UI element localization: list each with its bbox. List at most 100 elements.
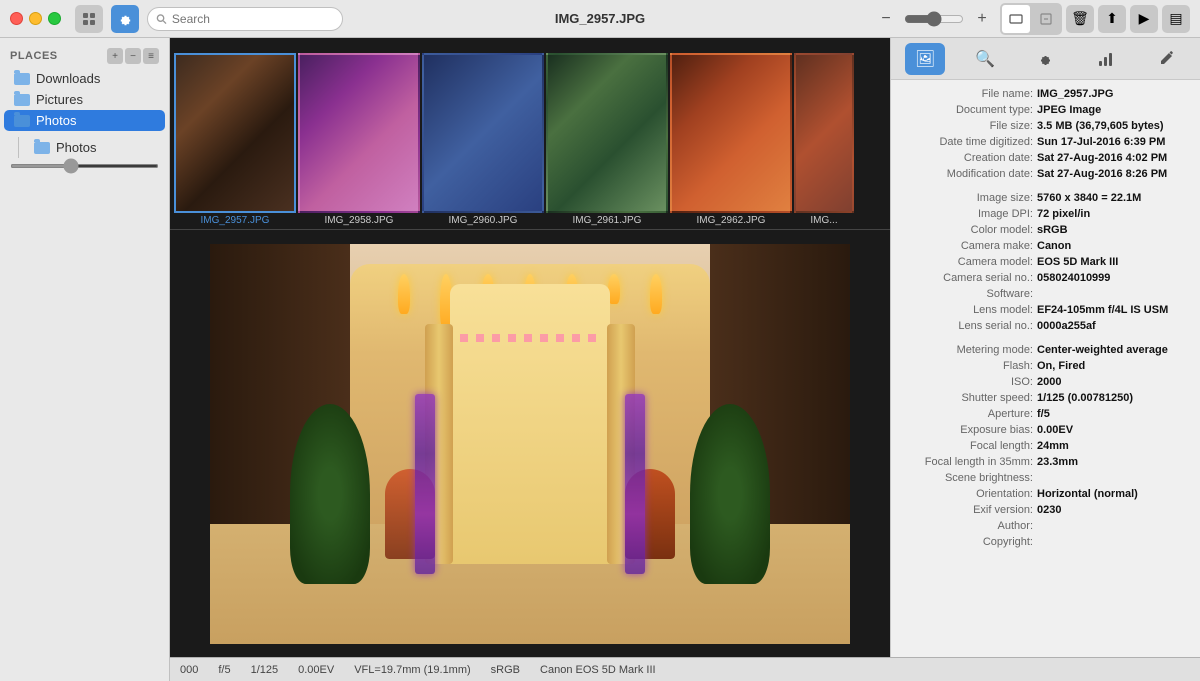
- zoom-out-button[interactable]: −: [872, 5, 900, 33]
- statusbar-ev: 0.00EV: [298, 664, 334, 676]
- info-content: File name: IMG_2957.JPG Document type: J…: [891, 80, 1200, 657]
- close-button[interactable]: [10, 12, 23, 25]
- zoom-slider[interactable]: [904, 11, 964, 27]
- fit-view-button[interactable]: [1002, 5, 1030, 33]
- statusbar: 000 f/5 1/125 0.00EV VFL=19.7mm (19.1mm)…: [170, 657, 1200, 681]
- info-value: Sun 17-Jul-2016 6:39 PM: [1037, 136, 1165, 148]
- zoom-in-button[interactable]: +: [968, 5, 996, 33]
- info-label: Camera make:: [903, 240, 1033, 252]
- statusbar-left: 000: [180, 664, 198, 676]
- info-value: Sat 27-Aug-2016 4:02 PM: [1037, 152, 1167, 164]
- info-value: EF24-105mm f/4L IS USM: [1037, 304, 1168, 316]
- info-row-modification: Modification date: Sat 27-Aug-2016 8:26 …: [891, 166, 1200, 182]
- folder-icon: [34, 142, 50, 154]
- photo-info-row: IMG_2957.JPG IMG_2958.JPG IMG_2960.JPG I…: [170, 38, 1200, 657]
- sidebar-item-label: Photos: [56, 140, 96, 155]
- grid-view-button[interactable]: [75, 5, 103, 33]
- info-row-orientation: Orientation: Horizontal (normal): [891, 486, 1200, 502]
- info-value: 72 pixel/in: [1037, 208, 1090, 220]
- search-bar[interactable]: [147, 7, 343, 31]
- info-value: Sat 27-Aug-2016 8:26 PM: [1037, 168, 1167, 180]
- info-row-colormodel: Color model: sRGB: [891, 222, 1200, 238]
- sidebar-add-button[interactable]: +: [107, 48, 123, 64]
- info-value: 3.5 MB (36,79,605 bytes): [1037, 120, 1164, 132]
- info-label: Shutter speed:: [903, 392, 1033, 404]
- info-row-filesize: File size: 3.5 MB (36,79,605 bytes): [891, 118, 1200, 134]
- minimize-button[interactable]: [29, 12, 42, 25]
- actual-size-button[interactable]: [1032, 5, 1060, 33]
- sidebar-item-label: Downloads: [36, 71, 100, 86]
- info-label: ISO:: [903, 376, 1033, 388]
- photo-info-area: IMG_2957.JPG IMG_2958.JPG IMG_2960.JPG I…: [170, 38, 1200, 681]
- info-label: Exposure bias:: [903, 424, 1033, 436]
- info-tab-settings[interactable]: [1025, 43, 1065, 75]
- info-tab-search[interactable]: 🔍: [965, 43, 1005, 75]
- info-label: Focal length:: [903, 440, 1033, 452]
- filmstrip-item-4[interactable]: IMG_2962.JPG: [670, 53, 792, 229]
- info-label: Focal length in 35mm:: [903, 456, 1033, 468]
- info-label: Exif version:: [903, 504, 1033, 516]
- info-value: 0000a255af: [1037, 320, 1096, 332]
- export-button[interactable]: ⬆: [1098, 5, 1126, 33]
- filmstrip-item-3[interactable]: IMG_2961.JPG: [546, 53, 668, 229]
- trash-button[interactable]: 🗑: [1066, 5, 1094, 33]
- info-value: 058024010999: [1037, 272, 1110, 284]
- info-row-iso: ISO: 2000: [891, 374, 1200, 390]
- info-tab-chart[interactable]: [1086, 43, 1126, 75]
- sidebar-item-photos[interactable]: Photos: [4, 110, 165, 131]
- sidebar-remove-button[interactable]: −: [125, 48, 141, 64]
- info-value: 2000: [1037, 376, 1061, 388]
- info-value: EOS 5D Mark III: [1037, 256, 1118, 268]
- filmstrip-item-2[interactable]: IMG_2960.JPG: [422, 53, 544, 229]
- filmstrip[interactable]: IMG_2957.JPG IMG_2958.JPG IMG_2960.JPG I…: [170, 38, 890, 230]
- info-label: Lens serial no.:: [903, 320, 1033, 332]
- main-photo: [210, 244, 850, 644]
- sidebar-item-label: Pictures: [36, 92, 83, 107]
- sidebar-actions: + − ≡: [107, 48, 159, 64]
- info-row-focal: Focal length: 24mm: [891, 438, 1200, 454]
- main-image-area: [170, 230, 890, 657]
- sidebar-item-downloads[interactable]: Downloads: [4, 68, 165, 89]
- folder-icon: [14, 94, 30, 106]
- sidebar-item-pictures[interactable]: Pictures: [4, 89, 165, 110]
- filmstrip-item-0[interactable]: IMG_2957.JPG: [174, 53, 296, 229]
- slideshow-button[interactable]: ▶: [1130, 5, 1158, 33]
- info-label: File size:: [903, 120, 1033, 132]
- info-tab-edit[interactable]: [1146, 43, 1186, 75]
- film-label-4: IMG_2962.JPG: [697, 213, 766, 229]
- info-label: Author:: [903, 520, 1033, 532]
- info-row-focal35: Focal length in 35mm: 23.3mm: [891, 454, 1200, 470]
- info-label: Camera serial no.:: [903, 272, 1033, 284]
- gear-button[interactable]: [111, 5, 139, 33]
- info-label: Flash:: [903, 360, 1033, 372]
- info-value: Canon: [1037, 240, 1071, 252]
- info-value: f/5: [1037, 408, 1050, 420]
- info-label: Copyright:: [903, 536, 1033, 548]
- sidebar-toggle-button[interactable]: ▤: [1162, 5, 1190, 33]
- sidebar-scroll-slider[interactable]: [10, 164, 159, 168]
- filmstrip-item-5[interactable]: IMG...: [794, 53, 854, 229]
- filmstrip-item-1[interactable]: IMG_2958.JPG: [298, 53, 420, 229]
- info-label: Modification date:: [903, 168, 1033, 180]
- search-input[interactable]: [172, 12, 334, 26]
- statusbar-shutter: 1/125: [251, 664, 279, 676]
- info-tab-image[interactable]: 🖼: [905, 43, 945, 75]
- folder-icon: [14, 115, 30, 127]
- info-label: Aperture:: [903, 408, 1033, 420]
- sidebar-item-label: Photos: [36, 113, 76, 128]
- window-title: IMG_2957.JPG: [555, 11, 645, 26]
- info-row-flash: Flash: On, Fired: [891, 358, 1200, 374]
- info-row-doctype: Document type: JPEG Image: [891, 102, 1200, 118]
- zoom-control: − +: [872, 5, 996, 33]
- info-label: Image DPI:: [903, 208, 1033, 220]
- titlebar-left: [10, 5, 343, 33]
- info-row-metering: Metering mode: Center-weighted average: [891, 342, 1200, 358]
- sidebar-options-button[interactable]: ≡: [143, 48, 159, 64]
- info-label: Scene brightness:: [903, 472, 1033, 484]
- info-value: Horizontal (normal): [1037, 488, 1138, 500]
- maximize-button[interactable]: [48, 12, 61, 25]
- info-label: Creation date:: [903, 152, 1033, 164]
- info-label: Orientation:: [903, 488, 1033, 500]
- film-label-5: IMG...: [810, 213, 837, 229]
- sidebar-item-photos-sub[interactable]: Photos: [24, 137, 161, 158]
